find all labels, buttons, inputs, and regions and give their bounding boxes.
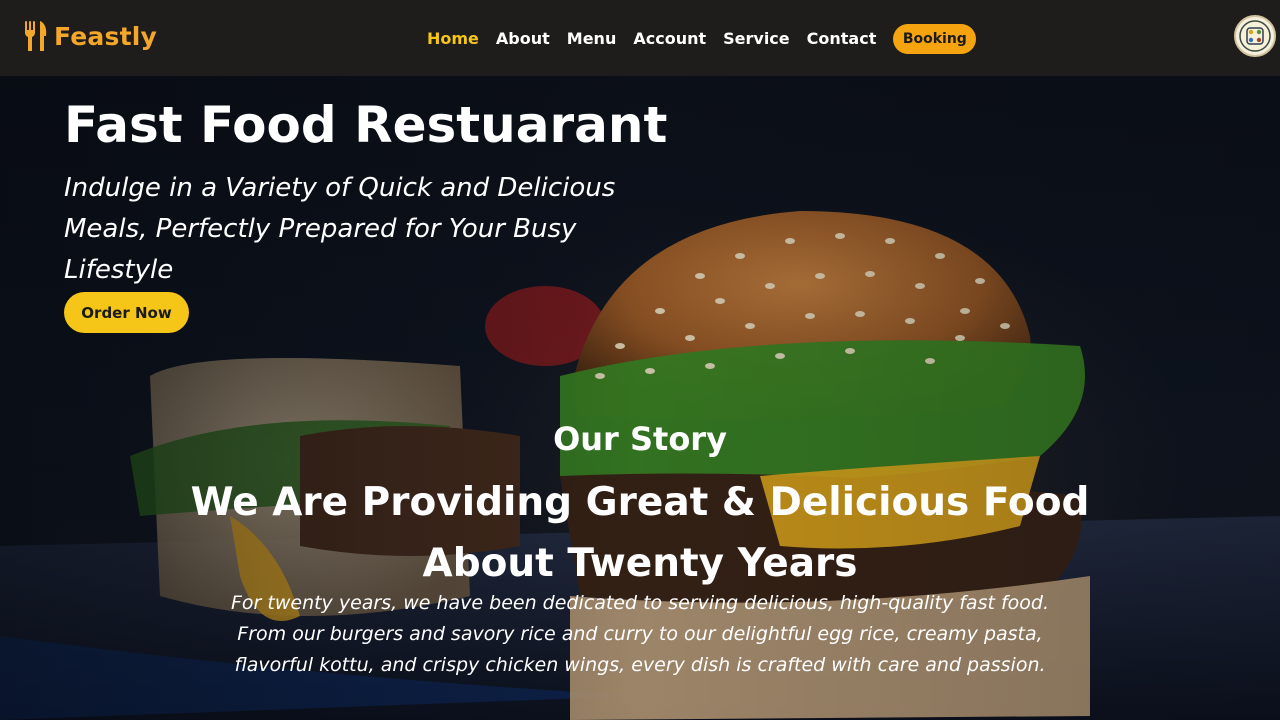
brand-name: Feastly	[54, 21, 157, 51]
story-line: For twenty years, we have been dedicated…	[230, 592, 1050, 614]
nav-home[interactable]: Home	[427, 24, 479, 54]
story-title: We Are Providing Great & Delicious Food …	[190, 480, 1090, 586]
story-text: For twenty years, we have been dedicated…	[190, 588, 1090, 681]
hero-subtitle: Indulge in a Variety of Quick and Delici…	[64, 173, 616, 285]
order-now-button[interactable]: Order Now	[64, 292, 189, 333]
story-line: From our burgers and savory rice and cur…	[237, 623, 1043, 645]
hero-section: Fast Food Restuarant Indulge in a Variet…	[0, 76, 1280, 720]
brand-logo[interactable]: Feastly	[24, 20, 157, 52]
navbar: Feastly Home About Menu Account Service …	[0, 0, 1280, 76]
nav-account[interactable]: Account	[633, 24, 706, 54]
fork-knife-icon	[25, 21, 47, 51]
booking-button[interactable]: Booking	[893, 24, 977, 54]
hero-title: Fast Food Restuarant	[64, 96, 668, 154]
user-avatar[interactable]	[1234, 15, 1276, 57]
nav-menu[interactable]: Menu	[567, 24, 617, 54]
nav-contact[interactable]: Contact	[807, 24, 877, 54]
story-line: flavorful kottu, and crispy chicken wing…	[234, 654, 1046, 676]
main-nav: Home About Menu Account Service Contact …	[427, 24, 977, 54]
user-avatar-icon	[1239, 20, 1271, 52]
nav-about[interactable]: About	[496, 24, 550, 54]
story-eyebrow: Our Story	[553, 420, 727, 458]
nav-service[interactable]: Service	[723, 24, 790, 54]
